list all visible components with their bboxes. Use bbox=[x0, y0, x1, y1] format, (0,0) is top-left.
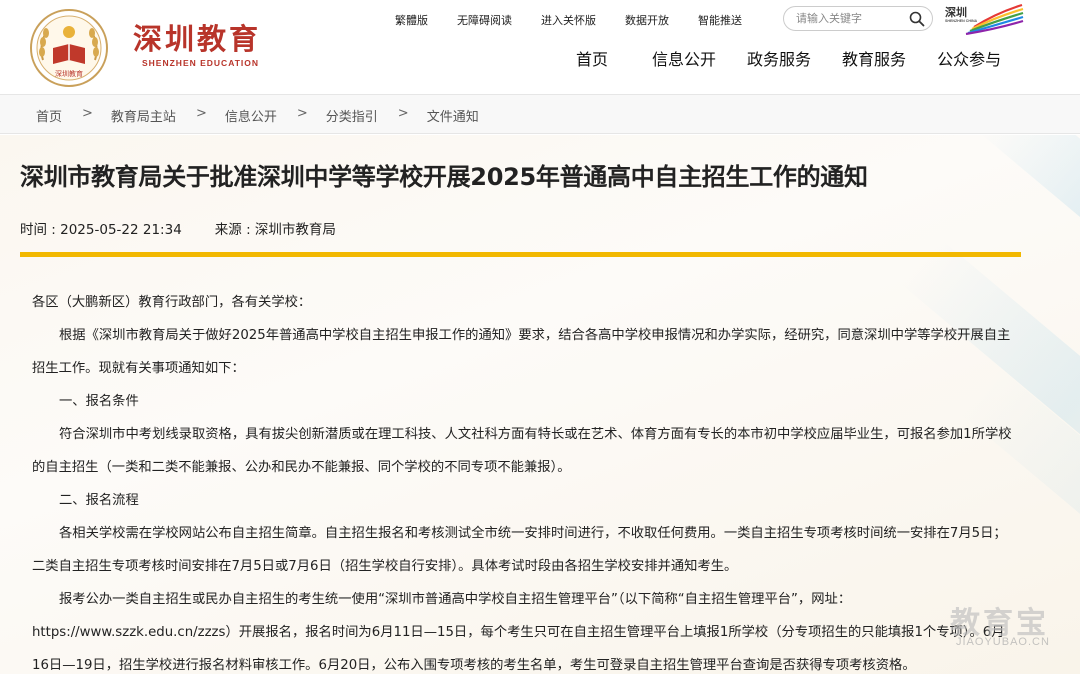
city-logo-en: SHENZHEN CHINA bbox=[945, 19, 978, 23]
open-data-link[interactable]: 数据开放 bbox=[625, 12, 669, 28]
nav-government-services[interactable]: 政务服务 bbox=[747, 46, 811, 70]
article-paragraph: 各相关学校需在学校网站公布自主招生简章。自主招生报名和考核测试全市统一安排时间进… bbox=[32, 526, 1007, 574]
watermark-logo: 教育宝 JIAOYUBAO.CN bbox=[920, 598, 1070, 654]
nav-info-disclosure[interactable]: 信息公开 bbox=[652, 46, 716, 70]
section-heading: 二、报名流程 bbox=[59, 493, 139, 508]
smart-push-link[interactable]: 智能推送 bbox=[698, 12, 742, 28]
article-paragraph: 根据《深圳市教育局关于做好2025年普通高中学校自主招生申报工作的通知》要求，结… bbox=[32, 328, 1011, 376]
section-heading: 一、报名条件 bbox=[59, 394, 139, 409]
brand-name-cn: 深圳教育 bbox=[133, 22, 262, 56]
emblem-text: 深圳教育 bbox=[55, 69, 83, 78]
traditional-chinese-link[interactable]: 繁體版 bbox=[395, 12, 428, 28]
top-utility-links: 繁體版 无障碍阅读 进入关怀版 数据开放 智能推送 bbox=[395, 12, 771, 28]
breadcrumb-separator: > bbox=[82, 106, 93, 121]
breadcrumb-separator: > bbox=[296, 106, 308, 121]
article-source: 来源 : 深圳市教育局 bbox=[214, 222, 336, 238]
education-emblem-icon[interactable]: 深圳教育 bbox=[29, 8, 109, 88]
breadcrumb-category-guide[interactable]: 分类指引 bbox=[326, 106, 378, 125]
article-paragraph: 符合深圳市中考划线录取资格，具有拔尖创新潜质或在理工科技、人文社科方面有特长或在… bbox=[32, 427, 1012, 475]
publish-time: 时间 : 2025-05-22 21:34 bbox=[20, 222, 182, 238]
article-paragraph: 报考公办一类自主招生或民办自主招生的考生统一使用“深圳市普通高中学校自主招生管理… bbox=[32, 592, 1005, 673]
brand-name-en: SHENZHEN EDUCATION bbox=[142, 58, 260, 68]
breadcrumb-bar: 首页 > 教育局主站 > 信息公开 > 分类指引 > 文件通知 bbox=[0, 94, 1080, 134]
breadcrumb-document-notices[interactable]: 文件通知 bbox=[427, 106, 479, 125]
breadcrumb-separator: > bbox=[195, 106, 207, 121]
breadcrumb: 首页 > 教育局主站 > 信息公开 > 分类指引 > 文件通知 bbox=[36, 106, 479, 125]
article-meta: 时间 : 2025-05-22 21:34 来源 : 深圳市教育局 bbox=[20, 218, 336, 238]
care-mode-link[interactable]: 进入关怀版 bbox=[541, 12, 596, 28]
search-input[interactable] bbox=[796, 10, 906, 27]
nav-education-services[interactable]: 教育服务 bbox=[842, 46, 906, 70]
city-logo-text: 深圳 bbox=[945, 5, 967, 19]
breadcrumb-separator: > bbox=[397, 106, 409, 121]
article-body: 各区（大鹏新区）教育行政部门，各有关学校： 根据《深圳市教育局关于做好2025年… bbox=[32, 286, 1012, 674]
site-header: 深圳教育 深圳教育 SHENZHEN EDUCATION 繁體版 无障碍阅读 进… bbox=[0, 0, 1080, 94]
search-icon[interactable] bbox=[909, 11, 925, 27]
breadcrumb-main-site[interactable]: 教育局主站 bbox=[111, 106, 176, 125]
shenzhen-city-logo[interactable]: 深圳 SHENZHEN CHINA bbox=[944, 3, 1024, 35]
watermark-en: JIAOYUBAO.CN bbox=[956, 636, 1050, 648]
title-divider bbox=[20, 252, 1021, 257]
article-title: 深圳市教育局关于批准深圳中学等学校开展2025年普通高中自主招生工作的通知 bbox=[20, 163, 868, 191]
main-navigation: 首页 信息公开 政务服务 教育服务 公众参与 bbox=[576, 46, 1001, 70]
accessibility-reading-link[interactable]: 无障碍阅读 bbox=[457, 12, 512, 28]
brand-logo[interactable]: 深圳教育 SHENZHEN EDUCATION bbox=[133, 22, 261, 68]
nav-home[interactable]: 首页 bbox=[576, 46, 608, 70]
nav-public-participation[interactable]: 公众参与 bbox=[937, 46, 1001, 70]
search-box bbox=[783, 6, 933, 31]
breadcrumb-info-disclosure[interactable]: 信息公开 bbox=[225, 106, 277, 125]
breadcrumb-home[interactable]: 首页 bbox=[36, 106, 62, 125]
salutation: 各区（大鹏新区）教育行政部门，各有关学校： bbox=[32, 295, 312, 310]
